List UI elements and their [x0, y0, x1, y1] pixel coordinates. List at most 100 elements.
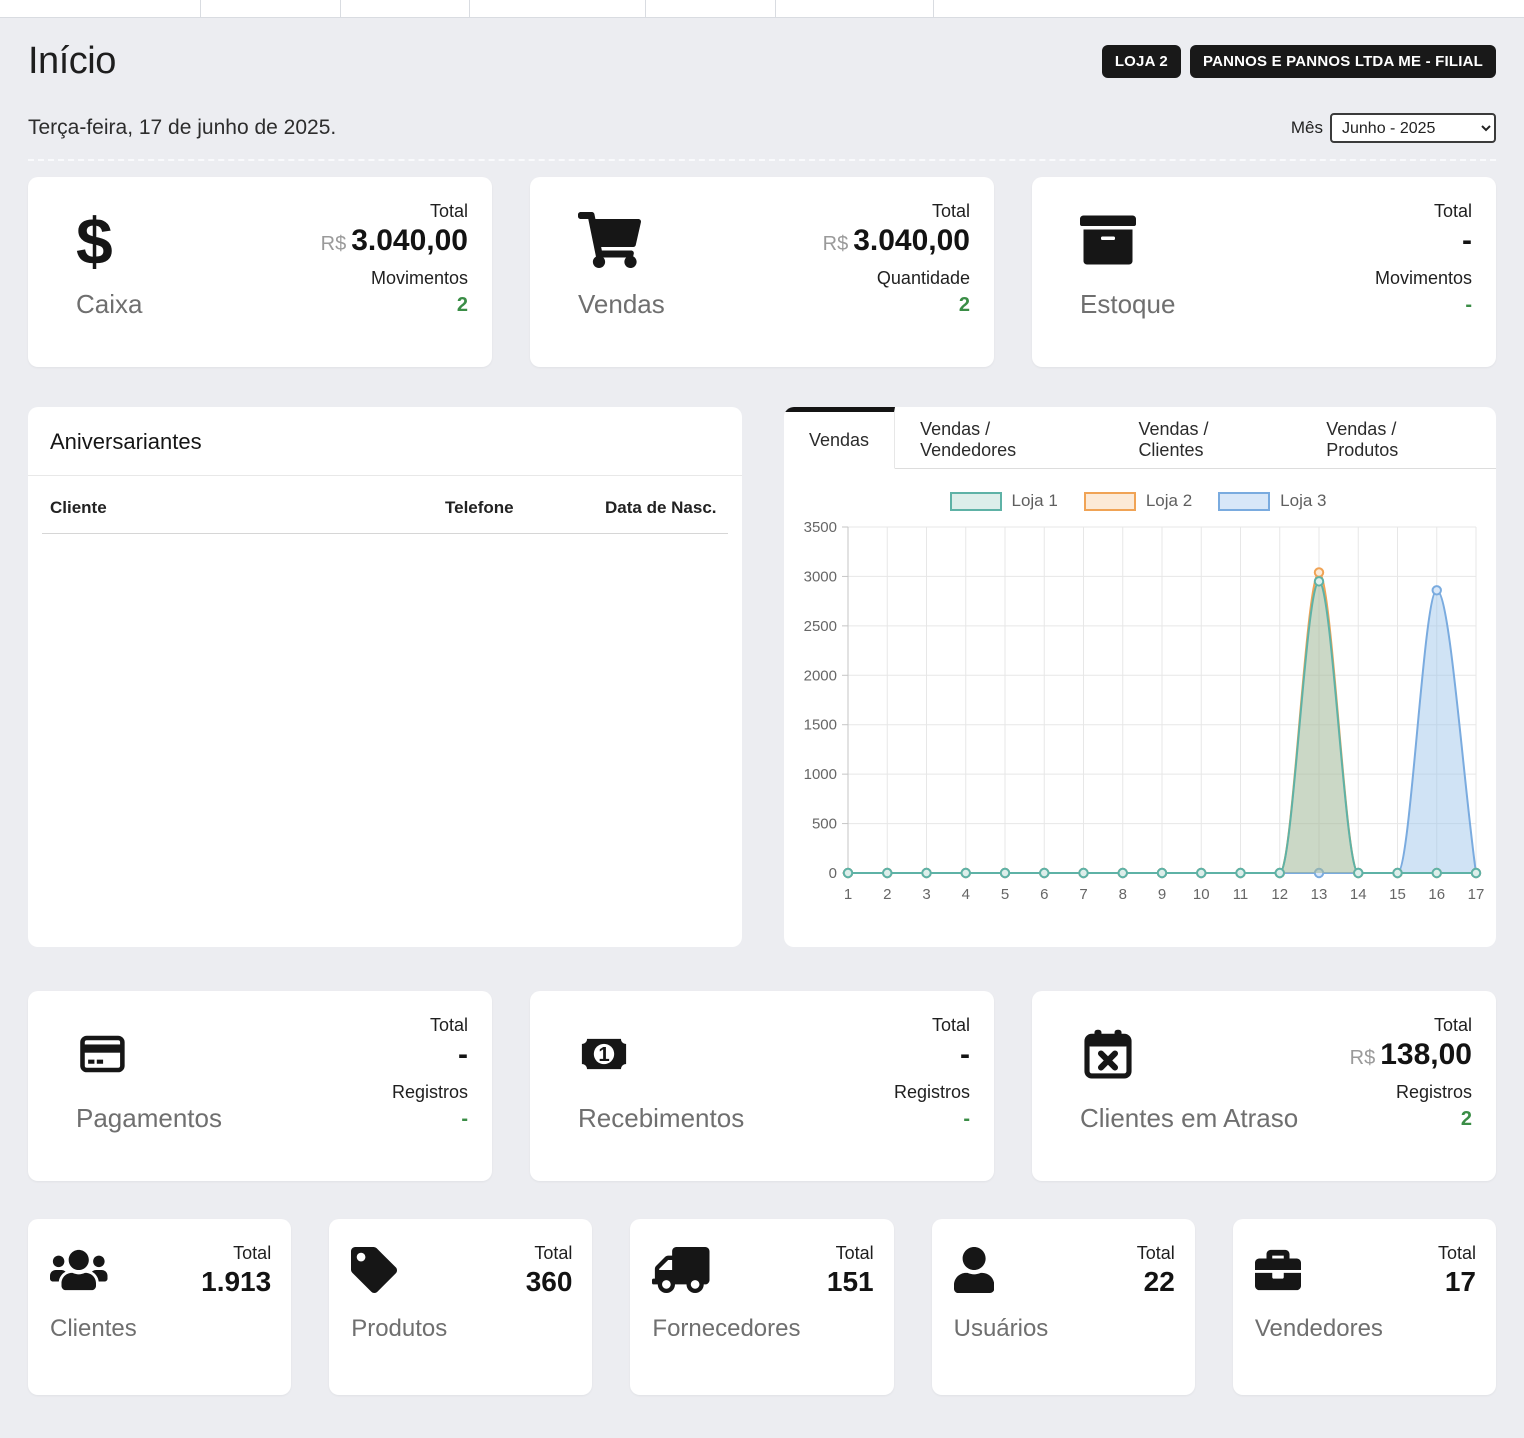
legend-item[interactable]: Loja 3 — [1218, 491, 1326, 511]
truck-icon — [652, 1247, 710, 1298]
company-badge: PANNOS E PANNOS LTDA ME - FILIAL — [1190, 45, 1496, 78]
svg-text:3: 3 — [922, 886, 930, 903]
middle-cards-row: Pagamentos Total - Registros - 1 Recebim… — [28, 991, 1496, 1181]
metric-label: Total — [201, 1243, 271, 1264]
svg-text:9: 9 — [1158, 886, 1166, 903]
nav-separator — [200, 0, 201, 17]
column-telefone: Telefone — [445, 498, 605, 518]
svg-text:1: 1 — [598, 1043, 609, 1065]
legend-item[interactable]: Loja 1 — [950, 491, 1058, 511]
top-nav-bar[interactable] — [0, 0, 1524, 18]
card-label: Usuários — [954, 1315, 1049, 1343]
card-label: Vendedores — [1255, 1315, 1383, 1343]
svg-text:2500: 2500 — [804, 618, 837, 635]
chart-tabs: Vendas Vendas / Vendedores Vendas / Clie… — [784, 407, 1496, 469]
card-label: Clientes em Atraso — [1080, 1103, 1298, 1134]
svg-text:1000: 1000 — [804, 766, 837, 783]
tab-vendas-clientes[interactable]: Vendas / Clientes — [1113, 407, 1301, 468]
card-label: Pagamentos — [76, 1103, 222, 1134]
card-fornecedores: Total 151 Fornecedores — [630, 1219, 893, 1395]
metric-value: - — [894, 1038, 970, 1073]
metric-value: 22 — [1137, 1266, 1175, 1298]
svg-text:4: 4 — [962, 886, 970, 903]
metric-label: Registros — [1350, 1082, 1472, 1103]
month-label: Mês — [1291, 118, 1323, 138]
card-vendedores: Total 17 Vendedores — [1233, 1219, 1496, 1395]
birthday-table-header: Cliente Telefone Data de Nasc. — [42, 476, 728, 534]
card-vendas: Vendas Total R$3.040,00 Quantidade 2 — [530, 177, 994, 367]
legend-swatch — [1218, 492, 1270, 511]
svg-text:6: 6 — [1040, 886, 1048, 903]
metric-count: - — [894, 1108, 970, 1131]
card-recebimentos: 1 Recebimentos Total - Registros - — [530, 991, 994, 1181]
svg-text:1500: 1500 — [804, 717, 837, 734]
metric-label: Total — [1350, 1015, 1472, 1036]
metric-count: - — [392, 1108, 468, 1131]
card-label: Recebimentos — [578, 1103, 744, 1134]
tab-vendas-vendedores[interactable]: Vendas / Vendedores — [895, 407, 1113, 468]
card-label: Caixa — [76, 289, 142, 320]
bottom-cards-row: Total 1.913 Clientes Total 360 Produtos … — [28, 1219, 1496, 1395]
currency-prefix: R$ — [1350, 1047, 1376, 1069]
svg-text:17: 17 — [1468, 886, 1485, 903]
tab-vendas-produtos[interactable]: Vendas / Produtos — [1301, 407, 1496, 468]
nav-separator — [933, 0, 934, 17]
card-label: Produtos — [351, 1315, 447, 1343]
card-clientes: Total 1.913 Clientes — [28, 1219, 291, 1395]
column-cliente: Cliente — [50, 498, 445, 518]
top-cards-row: $ Caixa Total R$3.040,00 Movimentos 2 Ve… — [28, 177, 1496, 367]
tab-vendas[interactable]: Vendas — [784, 407, 895, 469]
svg-text:8: 8 — [1119, 886, 1127, 903]
metric-label: Total — [392, 1015, 468, 1036]
store-badge: LOJA 2 — [1102, 45, 1181, 78]
calendar-times-icon — [1080, 1026, 1136, 1087]
nav-separator — [775, 0, 776, 17]
legend-label: Loja 1 — [1012, 491, 1058, 511]
credit-card-icon — [76, 1028, 128, 1085]
user-icon — [954, 1247, 994, 1298]
metric-label: Total — [894, 1015, 970, 1036]
svg-text:5: 5 — [1001, 886, 1009, 903]
legend-item[interactable]: Loja 2 — [1084, 491, 1192, 511]
svg-text:11: 11 — [1233, 886, 1249, 903]
metric-label: Total — [827, 1243, 874, 1264]
cart-icon — [578, 212, 641, 273]
metric-value: - — [1375, 224, 1472, 259]
metric-label: Total — [321, 201, 468, 222]
legend-swatch — [1084, 492, 1136, 511]
metric-label: Total — [526, 1243, 573, 1264]
card-caixa: $ Caixa Total R$3.040,00 Movimentos 2 — [28, 177, 492, 367]
metric-value: R$138,00 — [1350, 1038, 1472, 1073]
metric-value: - — [392, 1038, 468, 1073]
metric-label: Total — [1137, 1243, 1175, 1264]
sales-chart: Loja 1Loja 2Loja 3 050010001500200025003… — [784, 469, 1496, 947]
card-pagamentos: Pagamentos Total - Registros - — [28, 991, 492, 1181]
svg-text:1: 1 — [844, 886, 852, 903]
archive-box-icon — [1080, 212, 1136, 273]
tag-icon — [351, 1247, 397, 1298]
card-usuarios: Total 22 Usuários — [932, 1219, 1195, 1395]
card-label: Fornecedores — [652, 1315, 800, 1343]
briefcase-icon — [1255, 1247, 1301, 1298]
metric-value: 17 — [1438, 1266, 1476, 1298]
nav-separator — [469, 0, 470, 17]
nav-separator — [645, 0, 646, 17]
metric-label: Movimentos — [321, 268, 468, 289]
card-label: Clientes — [50, 1315, 137, 1343]
svg-text:0: 0 — [829, 865, 837, 882]
legend-label: Loja 2 — [1146, 491, 1192, 511]
card-clientes-em-atraso: Clientes em Atraso Total R$138,00 Regist… — [1032, 991, 1496, 1181]
money-bill-icon: 1 — [578, 1028, 630, 1085]
legend-label: Loja 3 — [1280, 491, 1326, 511]
metric-label: Movimentos — [1375, 268, 1472, 289]
svg-text:12: 12 — [1271, 886, 1288, 903]
metric-count: - — [1375, 294, 1472, 317]
svg-text:500: 500 — [812, 816, 837, 833]
current-date: Terça-feira, 17 de junho de 2025. — [28, 116, 336, 140]
card-estoque: Estoque Total - Movimentos - — [1032, 177, 1496, 367]
month-select[interactable]: Junho - 2025 — [1330, 113, 1496, 143]
metric-value: 360 — [526, 1266, 573, 1298]
dollar-icon: $ — [76, 212, 113, 271]
aniversariantes-panel: Aniversariantes Cliente Telefone Data de… — [28, 407, 742, 947]
metric-count: 2 — [1350, 1108, 1472, 1131]
